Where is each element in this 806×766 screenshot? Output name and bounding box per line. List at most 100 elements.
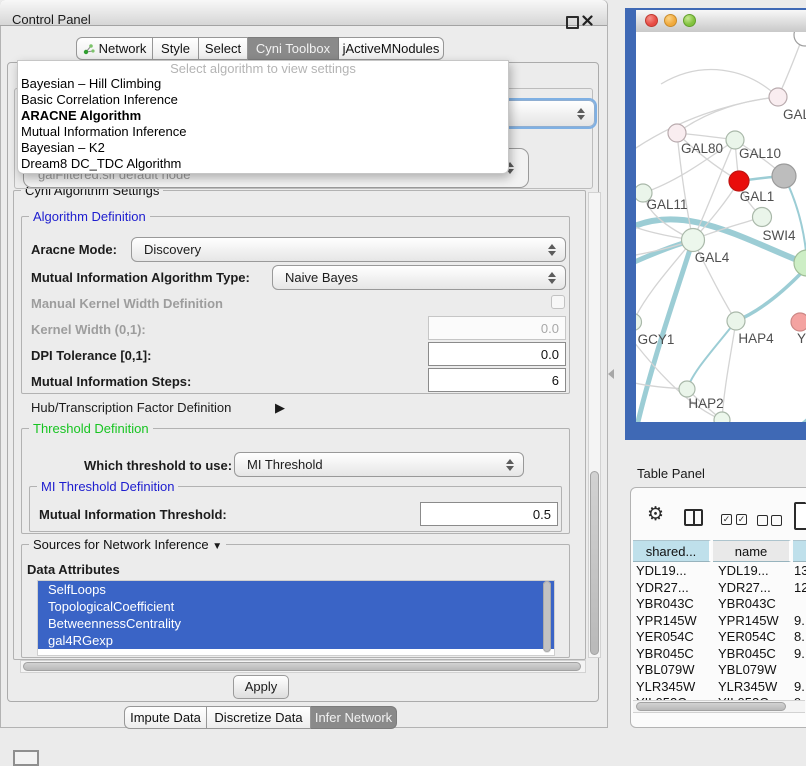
network-node[interactable] — [794, 32, 806, 46]
table-cell: YLR345W — [636, 679, 716, 696]
sources-title[interactable]: Sources for Network Inference ▼ — [29, 537, 226, 552]
list-item[interactable]: TopologicalCoefficient — [38, 598, 554, 615]
panel-title: Control Panel — [12, 12, 91, 27]
list-item[interactable]: SelfLoops — [38, 581, 554, 598]
network-canvas[interactable]: GALGAL80GAL10GAL1GAL11SWI4GAL4GCY1HAP4YH… — [636, 32, 806, 422]
table-row[interactable]: YER054CYER054C8. — [633, 629, 806, 646]
tab-label: Discretize Data — [214, 710, 302, 725]
network-edge[interactable] — [687, 321, 736, 389]
tab-label: Impute Data — [130, 710, 201, 725]
split-columns-icon[interactable] — [684, 509, 703, 526]
column-header-a[interactable]: A — [793, 540, 806, 562]
tab-infer-network[interactable]: Infer Network — [311, 706, 397, 729]
control-panel-titlebar[interactable] — [0, 0, 607, 26]
network-graph: GALGAL80GAL10GAL1GAL11SWI4GAL4GCY1HAP4YH… — [636, 32, 806, 422]
list-item[interactable]: BetweennessCentrality — [38, 615, 554, 632]
table-row[interactable]: YDR27...YDR27...12 — [633, 580, 806, 597]
network-node[interactable] — [714, 412, 730, 422]
node-label: HAP4 — [738, 331, 774, 346]
settings-vertical-scrollbar[interactable] — [588, 192, 601, 658]
tab-network[interactable]: Network — [76, 37, 153, 60]
column-header-shared[interactable]: shared... — [633, 540, 711, 562]
aracne-mode-select[interactable]: Discovery — [131, 237, 566, 262]
cyni-bottom-tabs: Impute Data Discretize Data Infer Network — [124, 706, 397, 728]
select-all-checkbox-icon[interactable]: ✓ — [736, 514, 747, 525]
tab-label: Network — [99, 41, 147, 56]
network-node[interactable] — [636, 314, 642, 331]
manual-kernel-checkbox[interactable] — [551, 295, 565, 309]
network-edge[interactable] — [736, 267, 806, 321]
network-node[interactable] — [769, 88, 787, 106]
network-node[interactable] — [727, 312, 745, 330]
apply-button[interactable]: Apply — [233, 675, 289, 699]
table-row[interactable]: YBR045CYBR045C9. — [633, 646, 806, 663]
network-edge[interactable] — [636, 240, 693, 322]
network-node[interactable] — [794, 250, 806, 276]
scrollbar-thumb[interactable] — [543, 581, 551, 652]
mi-steps-input[interactable] — [428, 368, 566, 392]
function-document-icon[interactable] — [794, 502, 806, 530]
table-row[interactable]: YDL19...YDL19...13 — [633, 563, 806, 580]
network-node[interactable] — [753, 208, 772, 227]
network-node[interactable] — [791, 313, 806, 331]
hub-definition-label[interactable]: Hub/Transcription Factor Definition — [31, 400, 231, 415]
which-threshold-select[interactable]: MI Threshold — [234, 452, 524, 477]
tab-select[interactable]: Select — [199, 37, 248, 60]
network-edge[interactable] — [677, 97, 778, 133]
deselect-all-checkbox-icon[interactable] — [757, 515, 768, 526]
tab-impute-data[interactable]: Impute Data — [124, 706, 207, 729]
scrollbar-thumb[interactable] — [636, 702, 786, 711]
dpi-tolerance-input[interactable] — [428, 342, 566, 366]
algorithm-option-bayesian-k2[interactable]: Bayesian – K2 — [18, 140, 508, 156]
scrollbar-thumb[interactable] — [23, 662, 581, 671]
mi-threshold-input[interactable] — [420, 502, 558, 526]
column-header-name[interactable]: name — [713, 540, 791, 562]
close-icon[interactable] — [582, 14, 593, 29]
gear-icon[interactable]: ⚙ — [647, 505, 664, 524]
select-all-checkbox-icon[interactable]: ✓ — [721, 514, 732, 525]
collapsed-panel-box[interactable] — [13, 750, 39, 766]
scrollbar-thumb[interactable] — [590, 471, 599, 655]
maximize-traffic-icon[interactable] — [683, 14, 696, 27]
network-edge[interactable] — [778, 36, 803, 97]
table-row[interactable]: YLR345WYLR345W9. — [633, 679, 806, 696]
network-window-titlebar[interactable] — [636, 10, 806, 33]
tab-jactivemnodules[interactable]: jActiveMNodules — [339, 37, 444, 60]
tab-label: Infer Network — [315, 710, 392, 725]
algorithm-list: Bayesian – Hill ClimbingBasic Correlatio… — [18, 76, 508, 172]
network-node[interactable] — [679, 381, 695, 397]
network-node[interactable] — [729, 171, 749, 191]
tab-style[interactable]: Style — [153, 37, 199, 60]
aracne-mode-value: Discovery — [144, 242, 201, 257]
list-scrollbar[interactable] — [543, 581, 551, 653]
network-edge[interactable] — [661, 70, 778, 97]
network-node[interactable] — [668, 124, 686, 142]
algorithm-option-dream8-dc-tdc-algorithm[interactable]: Dream8 DC_TDC Algorithm — [18, 156, 508, 172]
kernel-width-input[interactable] — [428, 316, 566, 340]
deselect-all-checkbox-icon[interactable] — [771, 515, 782, 526]
network-edge[interactable] — [784, 176, 806, 263]
minimize-traffic-icon[interactable] — [664, 14, 677, 27]
network-node[interactable] — [682, 229, 705, 252]
table-row[interactable]: YBL079WYBL079W — [633, 662, 806, 679]
table-row[interactable]: YBR043CYBR043C — [633, 596, 806, 613]
algorithm-option-bayesian-hill-climbing[interactable]: Bayesian – Hill Climbing — [18, 76, 508, 92]
network-icon — [83, 43, 95, 55]
table-body: YDL19...YDL19...13YDR27...YDR27...12YBR0… — [633, 563, 806, 700]
table-horizontal-scrollbar[interactable] — [633, 700, 805, 713]
table-row[interactable]: YPR145WYPR145W9. — [633, 613, 806, 630]
list-item[interactable]: gal4RGexp — [38, 632, 554, 649]
settings-horizontal-scrollbar[interactable] — [20, 660, 586, 673]
close-traffic-icon[interactable] — [645, 14, 658, 27]
network-node[interactable] — [772, 164, 796, 188]
data-attributes-list[interactable]: SelfLoopsTopologicalCoefficientBetweenne… — [37, 580, 555, 656]
mi-type-select[interactable]: Naive Bayes — [272, 265, 566, 290]
splitter-handle[interactable] — [608, 369, 614, 379]
expand-right-icon[interactable]: ▶ — [275, 400, 285, 416]
tab-discretize-data[interactable]: Discretize Data — [207, 706, 311, 729]
tab-cyni-toolbox[interactable]: Cyni Toolbox — [248, 37, 339, 60]
algorithm-option-mutual-information-inference[interactable]: Mutual Information Inference — [18, 124, 508, 140]
algorithm-option-aracne-algorithm[interactable]: ARACNE Algorithm — [18, 108, 508, 124]
float-window-icon[interactable] — [566, 16, 579, 29]
algorithm-option-basic-correlation-inference[interactable]: Basic Correlation Inference — [18, 92, 508, 108]
